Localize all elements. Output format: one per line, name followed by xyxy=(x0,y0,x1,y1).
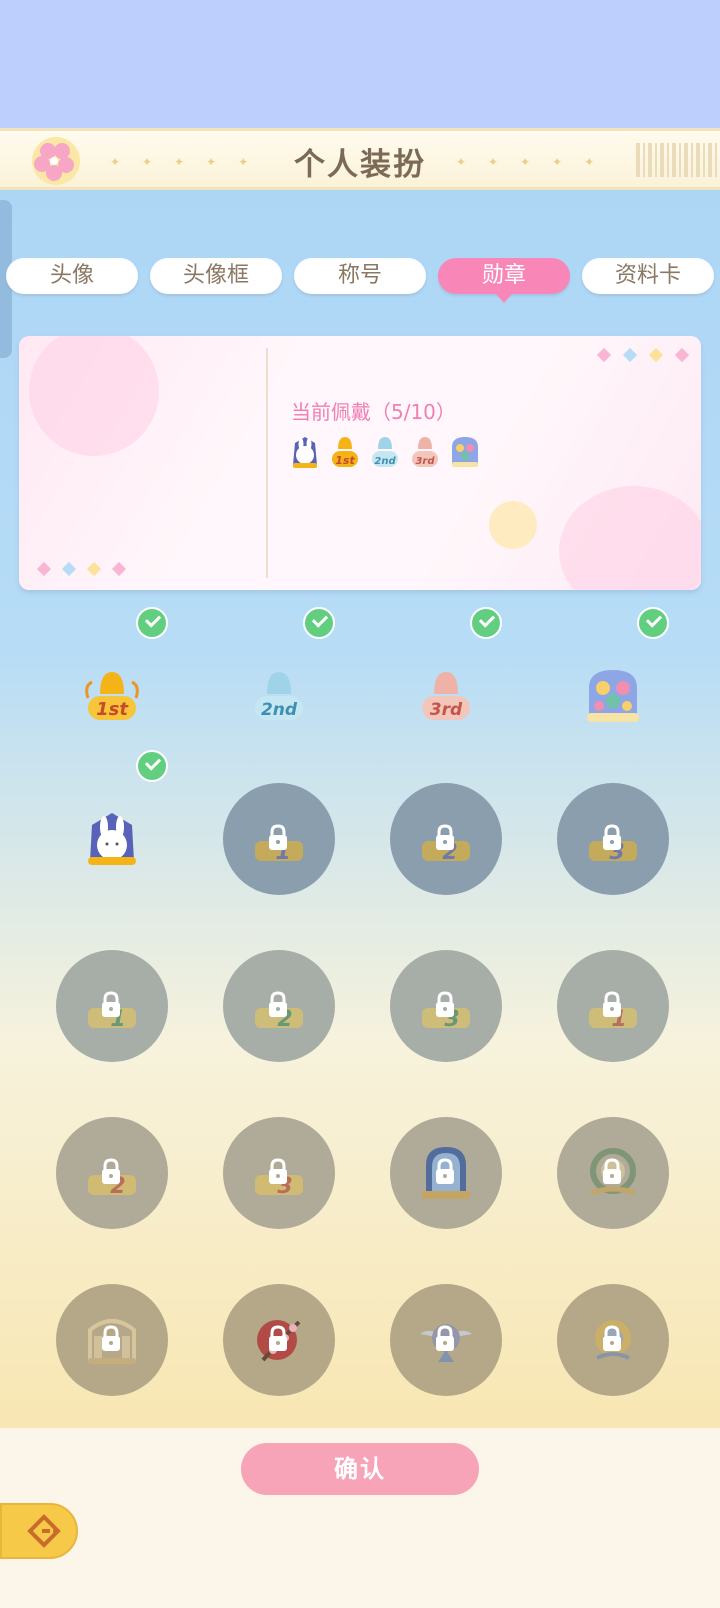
diamond-decoration xyxy=(622,347,638,363)
back-button[interactable] xyxy=(0,1503,78,1559)
lock-icon xyxy=(603,824,621,850)
3rd-medal-icon: 3rd xyxy=(412,437,438,467)
medal-item[interactable] xyxy=(390,1284,502,1396)
lock-icon xyxy=(436,1158,454,1184)
diamond-decoration xyxy=(36,561,52,577)
tab-avatar[interactable]: 头像 xyxy=(6,258,138,294)
equipped-check-icon xyxy=(136,607,168,639)
medal-item[interactable]: 2nd xyxy=(223,607,335,752)
equipped-check-icon xyxy=(470,607,502,639)
bunny-medal-icon xyxy=(88,813,136,865)
lock-icon xyxy=(436,991,454,1017)
barcode-decoration xyxy=(636,143,720,177)
diamond-decoration xyxy=(596,347,612,363)
svg-text:2nd: 2nd xyxy=(261,700,298,720)
medal-item[interactable]: 3 xyxy=(390,950,502,1062)
svg-text:3rd: 3rd xyxy=(430,700,463,720)
diamond-decoration xyxy=(674,347,690,363)
lock-icon xyxy=(603,1158,621,1184)
title-bar: ✦✦✦✦✦ ✦✦✦✦✦ 个人装扮 xyxy=(0,128,720,190)
lock-icon xyxy=(436,824,454,850)
medal-item[interactable]: 1 xyxy=(557,950,669,1062)
lock-icon xyxy=(436,1325,454,1351)
lock-icon xyxy=(102,991,120,1017)
lock-icon xyxy=(269,824,287,850)
2nd-medal-icon: 2nd xyxy=(372,437,398,467)
flower-window-medal-icon xyxy=(452,437,478,467)
svg-text:3rd: 3rd xyxy=(415,456,435,467)
diamond-decoration xyxy=(648,347,664,363)
medal-item[interactable] xyxy=(557,1117,669,1229)
diamond-decoration xyxy=(86,561,102,577)
medal-item[interactable]: 3 xyxy=(557,783,669,895)
lock-icon xyxy=(269,1325,287,1351)
medal-preview-card: 当前佩戴（5/10） 1st 2nd 3rd xyxy=(19,336,701,590)
medal-item[interactable] xyxy=(223,1284,335,1396)
svg-text:1st: 1st xyxy=(96,699,129,720)
medal-item[interactable]: 1 xyxy=(56,950,168,1062)
medal-item[interactable]: 2 xyxy=(390,783,502,895)
equipped-check-icon xyxy=(637,607,669,639)
1st-medal-icon: 1st xyxy=(332,437,358,467)
tab-bar: 头像 头像框 称号 勋章 资料卡 xyxy=(0,258,720,303)
wearing-count-label: 当前佩戴（5/10） xyxy=(291,400,456,424)
tab-title[interactable]: 称号 xyxy=(294,258,426,294)
svg-text:1st: 1st xyxy=(335,454,355,467)
top-status-area xyxy=(0,0,720,128)
tab-profile-card[interactable]: 资料卡 xyxy=(582,258,714,294)
medal-item[interactable] xyxy=(557,607,669,752)
page-title: 个人装扮 xyxy=(294,147,426,183)
medal-item[interactable] xyxy=(557,1284,669,1396)
blossom-decoration xyxy=(489,501,537,549)
medal-item[interactable] xyxy=(56,750,168,895)
blossom-decoration xyxy=(29,336,159,456)
lock-icon xyxy=(603,991,621,1017)
lock-icon xyxy=(603,1325,621,1351)
flower-window-medal-icon xyxy=(587,670,639,722)
medal-item[interactable]: 3 xyxy=(223,1117,335,1229)
3rd-medal-icon: 3rd xyxy=(422,672,470,720)
medal-item[interactable] xyxy=(390,1117,502,1229)
bunny-medal-icon xyxy=(293,437,317,468)
tab-avatar-frame[interactable]: 头像框 xyxy=(150,258,282,294)
medal-item[interactable]: 3rd xyxy=(390,607,502,752)
medal-item[interactable]: 1st xyxy=(56,607,168,752)
lock-icon xyxy=(269,991,287,1017)
diamond-decoration xyxy=(61,561,77,577)
back-arrow-icon xyxy=(27,1514,61,1548)
medal-item[interactable]: 2 xyxy=(223,950,335,1062)
lock-icon xyxy=(269,1158,287,1184)
diamond-decoration xyxy=(111,561,127,577)
equipped-check-icon xyxy=(303,607,335,639)
2nd-medal-icon: 2nd xyxy=(255,672,303,720)
card-divider xyxy=(266,348,268,578)
lock-icon xyxy=(102,1325,120,1351)
tab-medal[interactable]: 勋章 xyxy=(438,258,570,303)
equipped-check-icon xyxy=(136,750,168,782)
svg-text:2nd: 2nd xyxy=(374,456,396,467)
wearing-medal-row: 1st 2nd 3rd xyxy=(289,435,481,471)
medal-item[interactable] xyxy=(56,1284,168,1396)
medal-item[interactable]: 2 xyxy=(56,1117,168,1229)
lock-icon xyxy=(102,1158,120,1184)
1st-medal-icon: 1st xyxy=(85,672,139,720)
blossom-decoration xyxy=(559,486,701,590)
confirm-button[interactable]: 确认 xyxy=(241,1443,479,1495)
medal-item[interactable]: 1 xyxy=(223,783,335,895)
